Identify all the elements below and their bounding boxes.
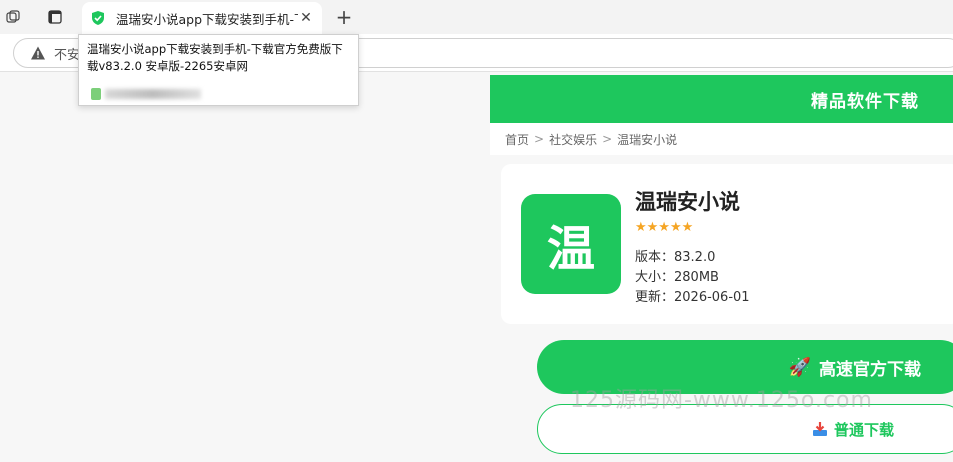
watermark: 125源码网-www.125o.com [570,388,873,413]
fast-download-label: 高速官方下载 [819,359,921,380]
rocket-icon: 🚀 [788,356,811,378]
rating-stars-icon: ★★★★★ [635,220,694,235]
new-tab-button[interactable]: + [334,5,354,29]
normal-download-label: 普通下载 [833,420,894,439]
favicon-icon [91,88,101,100]
app-updated: 更新：2026-06-01 [635,290,750,305]
breadcrumb-separator: > [602,132,613,146]
app-icon-char: 温 [546,221,595,277]
tooltip-text: 温瑞安小说app下载安装到手机-下载官方免费版下载v83.2.0 安卓版-226… [87,42,343,73]
app-icon: 温 [521,194,621,294]
tab-bar: 温瑞安小说app下载安装到手机-下 ✕ + [0,0,953,34]
app-info-card: 温 温瑞安小说 ★★★★★ 版本：83.2.0 大小：280MB 更新：2026… [501,164,953,324]
security-status-text: 不安 [54,47,81,63]
breadcrumb: 首页 > 社交娱乐 > 温瑞安小说 [490,123,953,155]
app-version: 版本：83.2.0 [635,250,716,265]
tab-tooltip: 温瑞安小说app下载安装到手机-下载官方免费版下载v83.2.0 安卓版-226… [78,34,359,106]
breadcrumb-home[interactable]: 首页 [505,131,529,148]
tab-active[interactable]: 温瑞安小说app下载安装到手机-下 ✕ [82,2,322,34]
breadcrumb-current[interactable]: 温瑞安小说 [617,131,677,148]
tooltip-url-blurred [105,89,201,99]
shield-icon [92,11,104,25]
breadcrumb-separator: > [534,132,545,146]
tab-title: 温瑞安小说app下载安装到手机-下 [116,11,298,27]
workspaces-icon[interactable] [4,8,22,26]
close-tab-icon[interactable]: ✕ [298,10,314,26]
app-size: 大小：280MB [635,270,719,285]
breadcrumb-category[interactable]: 社交娱乐 [549,131,597,148]
app-name: 温瑞安小说 [635,190,740,214]
warning-icon[interactable] [30,45,46,61]
page-header: 精品软件下载 [490,75,953,123]
download-icon [812,422,827,436]
tab-actions-icon[interactable] [46,8,64,26]
page-header-title: 精品软件下载 [811,91,919,112]
